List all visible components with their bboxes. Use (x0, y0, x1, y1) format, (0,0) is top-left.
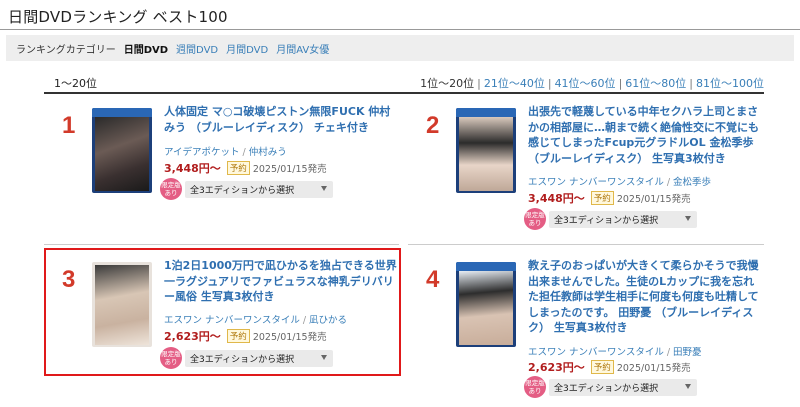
ranking-item-1: 1 人体固定 マ○コ破壊ピストン無限FUCK 仲村みう （ブルーレイディスク） … (44, 98, 399, 228)
category-weekly-dvd[interactable]: 週間DVD (176, 41, 218, 56)
edition-select-label: 全3エディションから選択 (190, 185, 295, 196)
range-separator: | (689, 77, 693, 90)
release-date: 2025/01/15発売 (616, 363, 691, 374)
limited-edition-available: あり (164, 189, 178, 197)
rank-number: 4 (426, 266, 440, 293)
limited-edition-label: 限定版 (161, 181, 181, 189)
range-row: 1〜20位 1位〜20位 | 21位〜40位 | 41位〜60位 | 61位〜80位 | 81位… (44, 73, 764, 91)
highlight-box (44, 248, 401, 376)
range-separator: | (618, 77, 623, 90)
product-thumbnail[interactable] (456, 108, 516, 193)
price-row: 2,623円〜 予約 2025/01/15発売 (528, 359, 691, 375)
limited-edition-badge: 限定版 あり (160, 178, 182, 200)
range-separator: | (547, 77, 552, 90)
label-link[interactable]: エスワン ナンバーワンスタイル (528, 177, 664, 188)
price-row: 3,448円〜 予約 2025/01/15発売 (164, 160, 327, 176)
edition-select-label: 全3エディションから選択 (554, 383, 659, 394)
limited-edition-available: あり (528, 219, 542, 227)
edition-select[interactable]: 全3エディションから選択 (185, 180, 333, 198)
label-link[interactable]: エスワン ナンバーワンスタイル (528, 347, 664, 358)
range-link-21-40[interactable]: 21位〜40位 (484, 77, 545, 90)
range-link-41-60[interactable]: 41位〜60位 (555, 77, 616, 90)
price-row: 3,448円〜 予約 2025/01/15発売 (528, 190, 691, 206)
range-current: 1〜20位 (54, 77, 97, 90)
category-monthly-dvd[interactable]: 月間DVD (226, 41, 268, 56)
ranking-item-4: 4 教え子のおっぱいが大きくて柔らかそうで我慢出来ませんでした。生徒のLカップに… (408, 252, 763, 398)
range-separator: | (477, 77, 481, 90)
product-meta: アイデアポケット / 仲村みう (164, 144, 287, 158)
limited-edition-badge: 限定版 あり (524, 208, 546, 230)
limited-edition-label: 限定版 (525, 211, 545, 219)
preorder-badge: 予約 (590, 191, 614, 205)
range-divider (44, 92, 764, 94)
actress-link[interactable]: 金松季歩 (673, 177, 711, 188)
edition-select[interactable]: 全3エディションから選択 (549, 378, 697, 396)
edition-select[interactable]: 全3エディションから選択 (549, 210, 697, 228)
chevron-down-icon (321, 185, 327, 191)
product-thumbnail[interactable] (92, 108, 152, 193)
range-links: 1位〜20位 | 21位〜40位 | 41位〜60位 | 61位〜80位 | 81位〜100位 (420, 75, 764, 91)
preorder-badge: 予約 (226, 161, 250, 175)
limited-edition-badge: 限定版 あり (524, 376, 546, 398)
range-link-81-100[interactable]: 81位〜100位 (696, 77, 764, 90)
actress-link[interactable]: 田野憂 (673, 347, 702, 358)
bluray-band (92, 108, 152, 117)
limited-edition-available: あり (528, 387, 542, 395)
release-date: 2025/01/15発売 (252, 164, 327, 175)
cover-image (95, 117, 149, 191)
edition-row: 限定版 あり 全3エディションから選択 (160, 178, 333, 200)
release-date: 2025/01/15発売 (616, 194, 691, 205)
product-meta: エスワン ナンバーワンスタイル / 田野憂 (528, 344, 702, 358)
row-divider-left (44, 244, 399, 245)
meta-separator: / (242, 147, 246, 158)
product-title-link[interactable]: 出張先で軽蔑している中年セクハラ上司とまさかの相部屋に…朝まで続く絶倫性交に不覚… (528, 104, 763, 166)
price: 3,448円〜 (528, 192, 585, 205)
edition-row: 限定版 あり 全3エディションから選択 (524, 208, 697, 230)
cover-image (459, 271, 513, 345)
price: 3,448円〜 (164, 162, 221, 175)
actress-link[interactable]: 仲村みう (249, 147, 287, 158)
range-link-61-80[interactable]: 61位〜80位 (625, 77, 686, 90)
meta-separator: / (666, 347, 671, 358)
category-bar-label: ランキングカテゴリー (16, 44, 116, 56)
chevron-down-icon (685, 383, 691, 389)
category-monthly-actress[interactable]: 月間AV女優 (276, 41, 329, 56)
product-title-link[interactable]: 人体固定 マ○コ破壊ピストン無限FUCK 仲村みう （ブルーレイディスク） チェ… (164, 104, 399, 135)
edition-row: 限定版 あり 全3エディションから選択 (524, 376, 697, 398)
cover-image (459, 117, 513, 191)
rank-number: 2 (426, 112, 440, 139)
ranking-item-2: 2 出張先で軽蔑している中年セクハラ上司とまさかの相部屋に…朝まで続く絶倫性交に… (408, 98, 763, 230)
category-daily-dvd[interactable]: 日間DVD (124, 41, 168, 56)
meta-separator: / (666, 177, 671, 188)
range-link-1-20[interactable]: 1位〜20位 (420, 77, 474, 90)
category-bar: ランキングカテゴリー 日間DVD 週間DVD 月間DVD 月間AV女優 (6, 35, 794, 61)
price: 2,623円〜 (528, 361, 585, 374)
product-meta: エスワン ナンバーワンスタイル / 金松季歩 (528, 174, 711, 188)
label-link[interactable]: アイデアポケット (164, 147, 240, 158)
bluray-band (456, 108, 516, 117)
limited-edition-label: 限定版 (525, 379, 545, 387)
row-divider-right (408, 244, 764, 245)
bluray-band (456, 262, 516, 271)
preorder-badge: 予約 (590, 360, 614, 374)
edition-select-label: 全3エディションから選択 (554, 215, 659, 226)
chevron-down-icon (685, 215, 691, 221)
page-title: 日間DVDランキング ベスト100 (8, 8, 228, 26)
product-thumbnail[interactable] (456, 262, 516, 347)
title-divider (0, 29, 800, 30)
rank-number: 1 (62, 112, 76, 139)
product-title-link[interactable]: 教え子のおっぱいが大きくて柔らかそうで我慢出来ませんでした。生徒のLカップに我を… (528, 258, 763, 336)
